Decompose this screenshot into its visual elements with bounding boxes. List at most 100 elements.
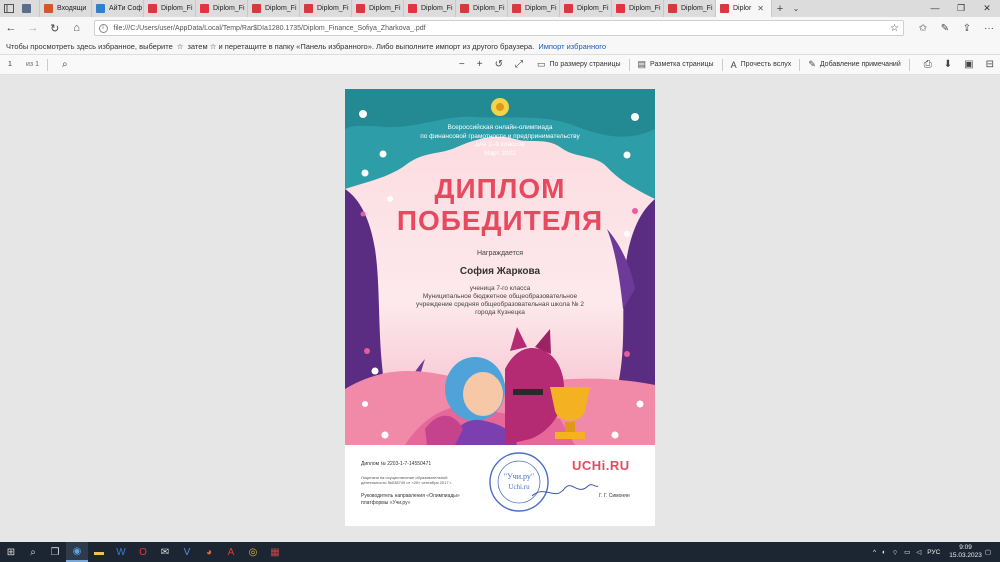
tab-label: Diplom_Fi (629, 5, 661, 12)
save-as-icon[interactable]: ▣ (964, 59, 973, 70)
page-layout-button[interactable]: ▤ Разметка страницы (638, 59, 714, 70)
rotate-icon[interactable]: ↺ (495, 59, 503, 70)
clock[interactable]: 9:09 15.03.2023 (949, 544, 982, 560)
powerpoint-icon[interactable]: ◕ (198, 542, 220, 562)
network-icon[interactable]: ◐ (882, 549, 886, 556)
browser-tab[interactable]: Diplom_Fi (248, 0, 300, 17)
tab-label: Diplom_Fi (369, 5, 401, 12)
tab-label: Diplom_Fi (681, 5, 713, 12)
reading-list-icon[interactable]: ✎ (934, 23, 956, 34)
wifi-icon[interactable]: ⌔ (892, 548, 898, 557)
address-bar[interactable]: i file:///C:/Users/user/AppData/Local/Te… (93, 20, 904, 36)
pdf-icon (356, 4, 365, 13)
close-tab-icon[interactable]: ✕ (757, 4, 764, 13)
tab-list-icon (22, 4, 31, 13)
volume-icon[interactable]: ◁ (916, 548, 921, 556)
tab-label: Diplom_Fi (161, 5, 193, 12)
save-icon[interactable]: ⬇ (944, 59, 952, 70)
tab-label: Diplom_Fi (317, 5, 349, 12)
maximize-button[interactable]: ❐ (948, 3, 974, 14)
opera-icon[interactable]: O (132, 542, 154, 562)
edge-browser-icon[interactable]: ◉ (66, 542, 88, 562)
browser-tab[interactable] (18, 0, 40, 17)
acrobat-icon[interactable]: A (220, 542, 242, 562)
winrar-icon[interactable]: ▦ (264, 542, 286, 562)
pdf-icon (148, 4, 157, 13)
detail-line-2: Муниципальное бюджетное общеобразователь… (422, 293, 578, 300)
file-explorer-icon[interactable]: ▬ (88, 542, 110, 562)
system-tray: ^ ◐ ⌔ ▭ ◁ РУС 9:09 15.03.2023 ▢ (870, 544, 1000, 560)
share-icon[interactable]: ⇪ (956, 23, 978, 34)
chrome-icon[interactable]: ◎ (242, 542, 264, 562)
vk-icon[interactable]: V (176, 542, 198, 562)
uchi-brand-logo: UCHi.RU (572, 458, 630, 473)
battery-icon[interactable]: ▭ (904, 548, 910, 556)
signer-info: Руководитель направления «Олимпиады» пла… (361, 493, 460, 506)
new-tab-button[interactable]: + (772, 3, 788, 15)
browser-tab[interactable]: Diplom_Fi (612, 0, 664, 17)
browser-tab[interactable]: Diplom_Fi (144, 0, 196, 17)
pdf-icon (200, 4, 209, 13)
fit-page-button[interactable]: ▭ По размеру страницы (537, 59, 621, 70)
zoom-in-icon[interactable]: + (477, 59, 483, 70)
search-icon[interactable]: ⌕ (62, 59, 68, 70)
browser-tab[interactable]: Diplom_Fi (560, 0, 612, 17)
browser-tab[interactable]: Diplor ✕ (716, 0, 772, 17)
info-icon[interactable]: i (98, 23, 108, 33)
divider (46, 58, 48, 71)
zoom-out-icon[interactable]: − (459, 59, 465, 70)
page-number-input[interactable]: 1 (0, 61, 20, 68)
import-favorites-link[interactable]: Импорт избранного (538, 42, 606, 51)
word-icon[interactable]: W (110, 542, 132, 562)
print-icon[interactable]: ⎙ (924, 59, 932, 70)
tab-label: Diplom_Fi (265, 5, 297, 12)
browser-tab[interactable]: Diplom_Fi (664, 0, 716, 17)
page-layout-label: Разметка страницы (650, 61, 714, 68)
pin-toolbar-icon[interactable]: ⊟ (986, 59, 994, 70)
signature (531, 484, 599, 497)
tray-expand-icon[interactable]: ^ (873, 549, 876, 556)
forward-button[interactable]: → (22, 22, 44, 34)
pdf-icon (304, 4, 313, 13)
language-indicator[interactable]: РУС (927, 549, 940, 556)
minimize-button[interactable]: — (922, 3, 948, 14)
browser-tab[interactable]: Diplom_Fi (508, 0, 560, 17)
browser-tab[interactable]: АйТи Соф (92, 0, 144, 17)
refresh-button[interactable]: ↻ (44, 22, 66, 35)
mail-icon[interactable]: ✉ (154, 542, 176, 562)
back-button[interactable]: ← (0, 22, 22, 34)
tab-actions-icon[interactable] (0, 0, 18, 17)
browser-tab[interactable]: Diplom_Fi (404, 0, 456, 17)
favorite-star-icon[interactable]: ☆ (890, 23, 899, 34)
pdf-viewer[interactable]: Всероссийская онлайн-олимпиада по финанс… (0, 75, 1000, 542)
search-icon[interactable]: ⌕ (22, 542, 44, 562)
task-view-icon[interactable]: ❐ (44, 542, 66, 562)
notification-icon[interactable]: ▢ (985, 548, 991, 556)
fullscreen-icon[interactable]: ⤢ (515, 59, 523, 70)
browser-tab[interactable]: Diplom_Fi (456, 0, 508, 17)
clock-time: 9:09 (959, 544, 972, 551)
star-icon: ☆ (176, 42, 184, 51)
favorites-icon[interactable]: ✩ (912, 23, 934, 34)
taskbar: ⊞ ⌕ ❐ ◉ ▬ W O ✉ V ◕ A ◎ ▦ ^ ◐ ⌔ ▭ ◁ РУС … (0, 542, 1000, 562)
tab-menu-chevron-icon[interactable]: ⌄ (788, 4, 804, 13)
browser-tab[interactable]: Входящи (40, 0, 92, 17)
home-button[interactable]: ⌂ (66, 22, 88, 34)
tab-label: Diplom_Fi (525, 5, 557, 12)
add-notes-button[interactable]: ✎ Добавление примечаний (808, 59, 900, 70)
tab-label: АйТи Соф (109, 5, 143, 12)
browser-tab[interactable]: Diplom_Fi (300, 0, 352, 17)
close-window-button[interactable]: ✕ (974, 3, 1000, 14)
read-aloud-icon: A (730, 59, 737, 70)
pdf-icon (512, 4, 521, 13)
pen-icon: ✎ (808, 59, 816, 69)
browser-tab[interactable]: Diplom_Fi (352, 0, 404, 17)
tab-label: Diplom_Fi (473, 5, 505, 12)
browser-tab[interactable]: Diplom_Fi (196, 0, 248, 17)
read-aloud-button[interactable]: A Прочесть вслух (731, 60, 792, 70)
header-line-4: Март 2022 (484, 149, 516, 157)
diploma-number: Диплом № 2203-1-7-14550471 (361, 461, 432, 467)
start-windows-icon[interactable]: ⊞ (0, 542, 22, 562)
pdf-icon (564, 4, 573, 13)
more-menu-icon[interactable]: ··· (978, 23, 1000, 34)
